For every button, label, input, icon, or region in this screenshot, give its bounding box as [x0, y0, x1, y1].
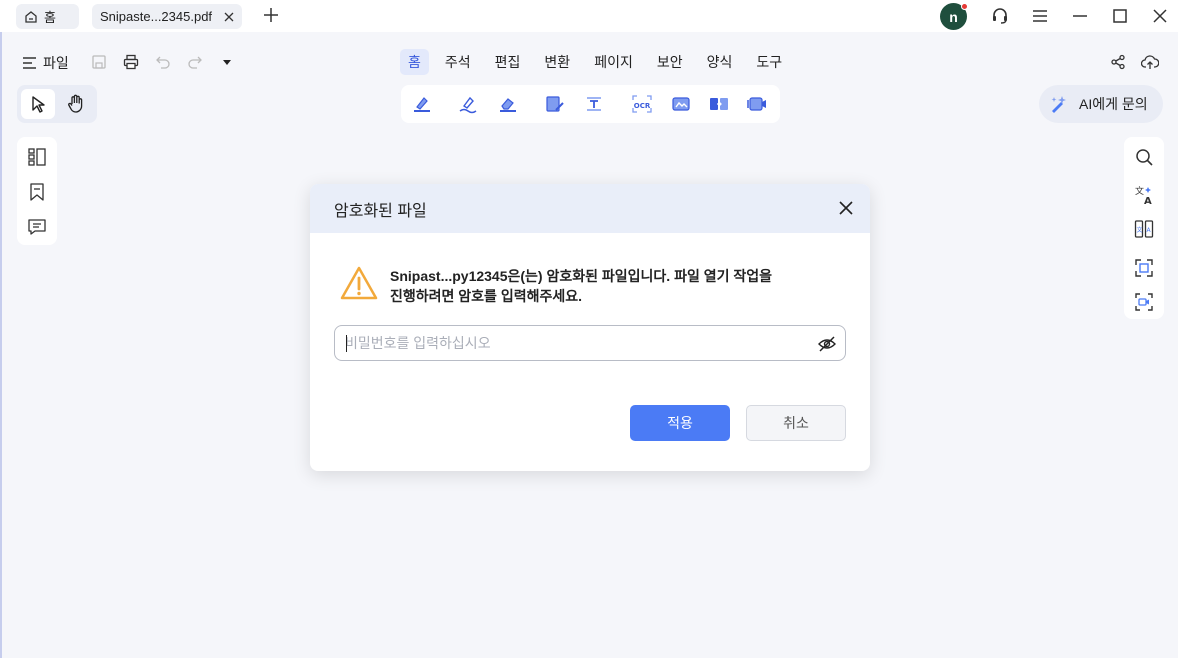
tab-form[interactable]: 양식	[699, 49, 741, 75]
tab-tools[interactable]: 도구	[748, 49, 790, 75]
password-input[interactable]	[345, 326, 805, 360]
dialog-message-line1: Snipast...py12345은(는) 암호화된 파일입니다. 파일 열기 …	[390, 268, 773, 284]
tab-home[interactable]: 홈	[16, 4, 79, 29]
share-icon[interactable]	[1110, 54, 1126, 70]
redo-icon[interactable]	[187, 54, 203, 70]
select-tool-button[interactable]	[21, 89, 55, 119]
text-box-icon[interactable]	[584, 94, 604, 114]
tab-convert[interactable]: 변환	[536, 49, 578, 75]
dialog-message: Snipast...py12345은(는) 암호화된 파일입니다. 파일 열기 …	[390, 266, 830, 306]
file-menu-label: 파일	[43, 55, 69, 71]
dialog-message-line2: 진행하려면 암호를 입력해주세요.	[390, 288, 582, 304]
compare-icon[interactable]: 文A	[1134, 219, 1154, 239]
apply-button-label: 적용	[667, 415, 693, 431]
underline-icon[interactable]	[458, 94, 478, 114]
record-icon[interactable]	[1134, 292, 1154, 312]
image-icon[interactable]	[671, 94, 691, 114]
svg-text:文: 文	[1137, 226, 1143, 234]
left-side-panel	[17, 137, 57, 245]
tab-annotate[interactable]: 주석	[437, 49, 479, 75]
svg-text:OCR: OCR	[634, 102, 651, 110]
tab-document[interactable]: Snipaste...2345.pdf	[92, 4, 242, 29]
thumbnails-icon[interactable]	[27, 147, 47, 167]
select-mode-group	[17, 85, 97, 123]
convert-icon[interactable]	[709, 94, 729, 114]
tab-edit[interactable]: 편집	[487, 49, 529, 75]
highlight-icon[interactable]	[412, 94, 432, 114]
menu-bar: 파일 홈 주석 편집 변환 페이지 보안 양식 도구	[0, 45, 1178, 79]
menu-icon	[22, 56, 37, 70]
close-icon[interactable]	[224, 12, 234, 22]
encrypted-file-dialog: 암호화된 파일 Snipast...py12345은(는) 암호화된 파일입니다…	[310, 184, 870, 471]
eye-off-icon[interactable]	[818, 335, 836, 353]
plus-icon[interactable]	[262, 6, 280, 24]
edit-text-icon[interactable]	[545, 94, 565, 114]
file-menu[interactable]: 파일	[22, 53, 69, 73]
text-caret	[346, 335, 347, 352]
svg-text:A: A	[1144, 196, 1152, 205]
maximize-icon[interactable]	[1111, 7, 1129, 25]
cancel-button[interactable]: 취소	[746, 405, 846, 441]
right-side-panel: 文A 文A	[1124, 137, 1164, 319]
window-close-icon[interactable]	[1151, 7, 1169, 25]
window-edge	[0, 0, 2, 658]
tab-home-label: 홈	[44, 10, 56, 25]
cursor-icon	[30, 95, 48, 113]
bookmark-icon[interactable]	[27, 182, 47, 202]
cancel-button-label: 취소	[783, 415, 809, 431]
home-icon	[24, 10, 38, 24]
minimize-icon[interactable]	[1071, 7, 1089, 25]
tab-home-ribbon[interactable]: 홈	[400, 49, 429, 75]
search-icon[interactable]	[1134, 147, 1154, 167]
title-bar: 홈 Snipaste...2345.pdf n	[0, 0, 1178, 32]
save-icon[interactable]	[91, 54, 107, 70]
svg-text:A: A	[1147, 227, 1152, 234]
hamburger-icon[interactable]	[1031, 7, 1049, 25]
ai-ask-button[interactable]: AI에게 문의	[1039, 85, 1163, 123]
avatar-initial: n	[949, 8, 958, 25]
password-field[interactable]	[334, 325, 846, 361]
dialog-title: 암호화된 파일	[334, 202, 427, 220]
translate-icon[interactable]: 文A	[1134, 185, 1154, 205]
comment-icon[interactable]	[27, 217, 47, 237]
home-toolstrip: OCR	[401, 85, 780, 123]
apply-button[interactable]: 적용	[630, 405, 730, 441]
cloud-upload-icon[interactable]	[1141, 54, 1159, 70]
tab-page[interactable]: 페이지	[586, 49, 641, 75]
undo-icon[interactable]	[155, 54, 171, 70]
ai-ask-label: AI에게 문의	[1079, 96, 1148, 112]
eraser-icon[interactable]	[498, 94, 518, 114]
svg-text:文: 文	[1135, 185, 1144, 197]
tab-security[interactable]: 보안	[649, 49, 691, 75]
notification-dot	[961, 3, 968, 10]
ocr-icon[interactable]: OCR	[631, 94, 653, 114]
hand-tool-icon[interactable]	[67, 94, 85, 114]
screen-record-icon[interactable]	[747, 94, 767, 114]
warning-icon	[339, 265, 379, 301]
dialog-header: 암호화된 파일	[310, 184, 870, 233]
headset-icon[interactable]	[991, 7, 1009, 25]
dialog-close-icon[interactable]	[839, 201, 853, 215]
dropdown-icon[interactable]	[219, 54, 235, 70]
main-tabs: 홈 주석 편집 변환 페이지 보안 양식 도구	[400, 49, 798, 75]
screenshot-icon[interactable]	[1134, 258, 1154, 278]
tab-document-label: Snipaste...2345.pdf	[100, 9, 213, 24]
print-icon[interactable]	[123, 54, 139, 70]
ai-sparkle-icon	[1049, 94, 1069, 114]
